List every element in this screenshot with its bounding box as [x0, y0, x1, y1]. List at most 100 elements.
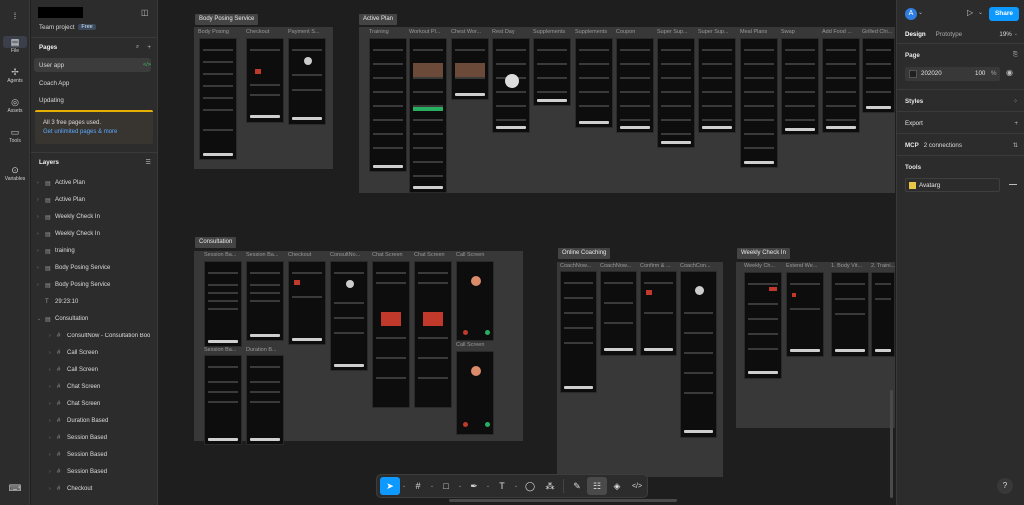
shape-tool-icon[interactable]: □ — [436, 477, 456, 495]
tab-prototype[interactable]: Prototype — [936, 31, 962, 38]
team-row[interactable]: Team project Free — [39, 20, 151, 34]
page-item-user-app[interactable]: User app </> — [34, 58, 151, 72]
screen-frame[interactable] — [372, 261, 410, 408]
page-color-field[interactable]: 202020 100 % — [905, 67, 1000, 81]
page-opacity[interactable]: 100 — [975, 70, 985, 77]
chevron-down-icon[interactable]: ⌄ — [918, 9, 923, 16]
screen-frame[interactable] — [862, 38, 895, 113]
rail-file[interactable]: ▤ File — [3, 34, 27, 62]
dev-mode-icon[interactable]: ◈ — [607, 477, 627, 495]
design-mode-icon[interactable]: ☷ — [587, 477, 607, 495]
screen-frame[interactable] — [657, 38, 695, 148]
present-icon[interactable]: ▷ — [967, 8, 973, 17]
page-item-coach-app[interactable]: Coach App — [39, 76, 151, 90]
screen-frame[interactable] — [456, 261, 494, 341]
rail-tools[interactable]: ▭ Tools — [3, 124, 27, 152]
screen-frame[interactable] — [288, 38, 326, 125]
screen-frame[interactable] — [451, 38, 489, 100]
frame-tool-icon[interactable]: # — [408, 477, 428, 495]
screen-frame[interactable] — [409, 38, 447, 193]
add-page-icon[interactable]: + — [147, 44, 151, 51]
pen-tool-icon[interactable]: ✒ — [464, 477, 484, 495]
screen-frame[interactable] — [600, 271, 637, 356]
layer-item[interactable]: › # Call Screen — [49, 362, 153, 378]
layers-list-icon[interactable]: ☰ — [145, 159, 151, 166]
keyboard-icon[interactable]: ⌨ — [3, 480, 27, 505]
screen-frame[interactable] — [831, 272, 869, 357]
layer-item[interactable]: › ▤ Active Plan — [37, 192, 153, 208]
add-export-icon[interactable]: + — [1014, 120, 1018, 127]
section-title-online-coaching[interactable]: Online Coaching — [558, 248, 611, 259]
layer-item[interactable]: › # Chat Screen — [49, 379, 153, 395]
layer-item[interactable]: › ▤ Weekly Check In — [37, 226, 153, 242]
screen-frame[interactable] — [204, 355, 242, 445]
vertical-scrollbar[interactable] — [890, 390, 893, 498]
screen-frame[interactable] — [246, 38, 284, 123]
mcp-settings-icon[interactable]: ⇅ — [1013, 142, 1018, 149]
zoom-level[interactable]: 19% — [999, 31, 1011, 38]
mcp-connections[interactable]: 2 connections — [924, 142, 962, 149]
sidebar-toggle-icon[interactable]: ◫ — [141, 8, 149, 17]
styles-icon[interactable]: ⁘ — [1013, 98, 1018, 105]
screen-frame[interactable] — [246, 355, 284, 445]
layer-item[interactable]: › # Call Screen — [49, 345, 153, 361]
design-canvas[interactable]: Body Posing Service Body Posing Checkout… — [159, 0, 895, 505]
chevron-down-icon[interactable]: ⌄ — [1014, 31, 1018, 37]
screen-frame[interactable] — [330, 261, 368, 371]
layer-item[interactable]: › ▤ Weekly Check In — [37, 209, 153, 225]
horizontal-scrollbar[interactable] — [449, 499, 677, 502]
layer-item[interactable]: › # ConsultNow - Consultation Boo — [49, 328, 153, 344]
layer-item[interactable]: › # Duration Based — [49, 413, 153, 429]
chevron-down-icon[interactable]: ⌄ — [484, 477, 492, 495]
section-title-weekly-check-in[interactable]: Weekly Check In — [737, 248, 790, 259]
screen-frame[interactable] — [199, 38, 237, 160]
components-tool-icon[interactable]: ⁂ — [540, 477, 560, 495]
layer-item[interactable]: › ▤ training — [37, 243, 153, 259]
section-title-active-plan[interactable]: Active Plan — [359, 14, 398, 25]
screen-frame[interactable] — [456, 351, 494, 435]
screen-frame[interactable] — [616, 38, 654, 133]
screen-frame[interactable] — [575, 38, 613, 128]
page-settings-icon[interactable]: ⎘ — [1013, 51, 1018, 59]
move-tool-icon[interactable]: ➤ — [380, 477, 400, 495]
search-pages-icon[interactable]: ⌕ — [136, 43, 139, 51]
layer-item[interactable]: › # Session Based — [49, 447, 153, 463]
screen-frame[interactable] — [533, 38, 571, 106]
section-title-body-posing[interactable]: Body Posing Service — [195, 14, 259, 25]
page-color-hex[interactable]: 202020 — [921, 70, 942, 77]
chevron-down-icon[interactable]: ⌄ — [978, 9, 983, 16]
layer-item[interactable]: › # Session Based — [49, 430, 153, 446]
layer-item[interactable]: › ▤ Body Posing Service — [37, 260, 153, 276]
color-swatch[interactable] — [909, 70, 917, 78]
layer-item[interactable]: › # Session Based — [49, 464, 153, 480]
screen-frame[interactable] — [560, 271, 597, 393]
rail-variables[interactable]: ⊙ Variables — [3, 162, 27, 190]
screen-frame[interactable] — [204, 261, 242, 347]
screen-frame[interactable] — [246, 261, 284, 341]
screen-frame[interactable] — [781, 38, 819, 135]
figma-menu-icon[interactable]: ⁞ — [3, 8, 27, 36]
screen-frame[interactable] — [698, 38, 736, 133]
rail-assets[interactable]: ◎ Assets — [3, 94, 27, 122]
screen-frame[interactable] — [871, 272, 895, 357]
section-title-consultation[interactable]: Consultation — [195, 237, 237, 248]
layer-item[interactable]: ⌄ ▤ Consultation — [37, 311, 153, 327]
code-mode-icon[interactable]: </> — [627, 477, 647, 495]
layer-item[interactable]: › ▤ Body Posing Service — [37, 277, 153, 293]
upgrade-link[interactable]: Get unlimited pages & more — [43, 129, 117, 135]
screen-frame[interactable] — [640, 271, 677, 356]
screen-frame[interactable] — [369, 38, 407, 172]
screen-frame[interactable] — [680, 271, 717, 438]
comment-tool-icon[interactable]: ◯ — [520, 477, 540, 495]
screen-frame[interactable] — [414, 261, 452, 408]
layer-item[interactable]: › ▤ Active Plan — [37, 175, 153, 191]
text-tool-icon[interactable]: T — [492, 477, 512, 495]
visibility-eye-icon[interactable]: ◉ — [1006, 68, 1013, 77]
page-item-updating[interactable]: Updating — [39, 93, 151, 107]
tab-design[interactable]: Design — [905, 31, 926, 38]
screen-frame[interactable] — [492, 38, 530, 133]
screen-frame[interactable] — [740, 38, 778, 168]
screen-frame[interactable] — [822, 38, 860, 133]
chevron-down-icon[interactable]: ⌄ — [456, 477, 464, 495]
layer-item[interactable]: T 29:23:10 — [37, 294, 153, 310]
